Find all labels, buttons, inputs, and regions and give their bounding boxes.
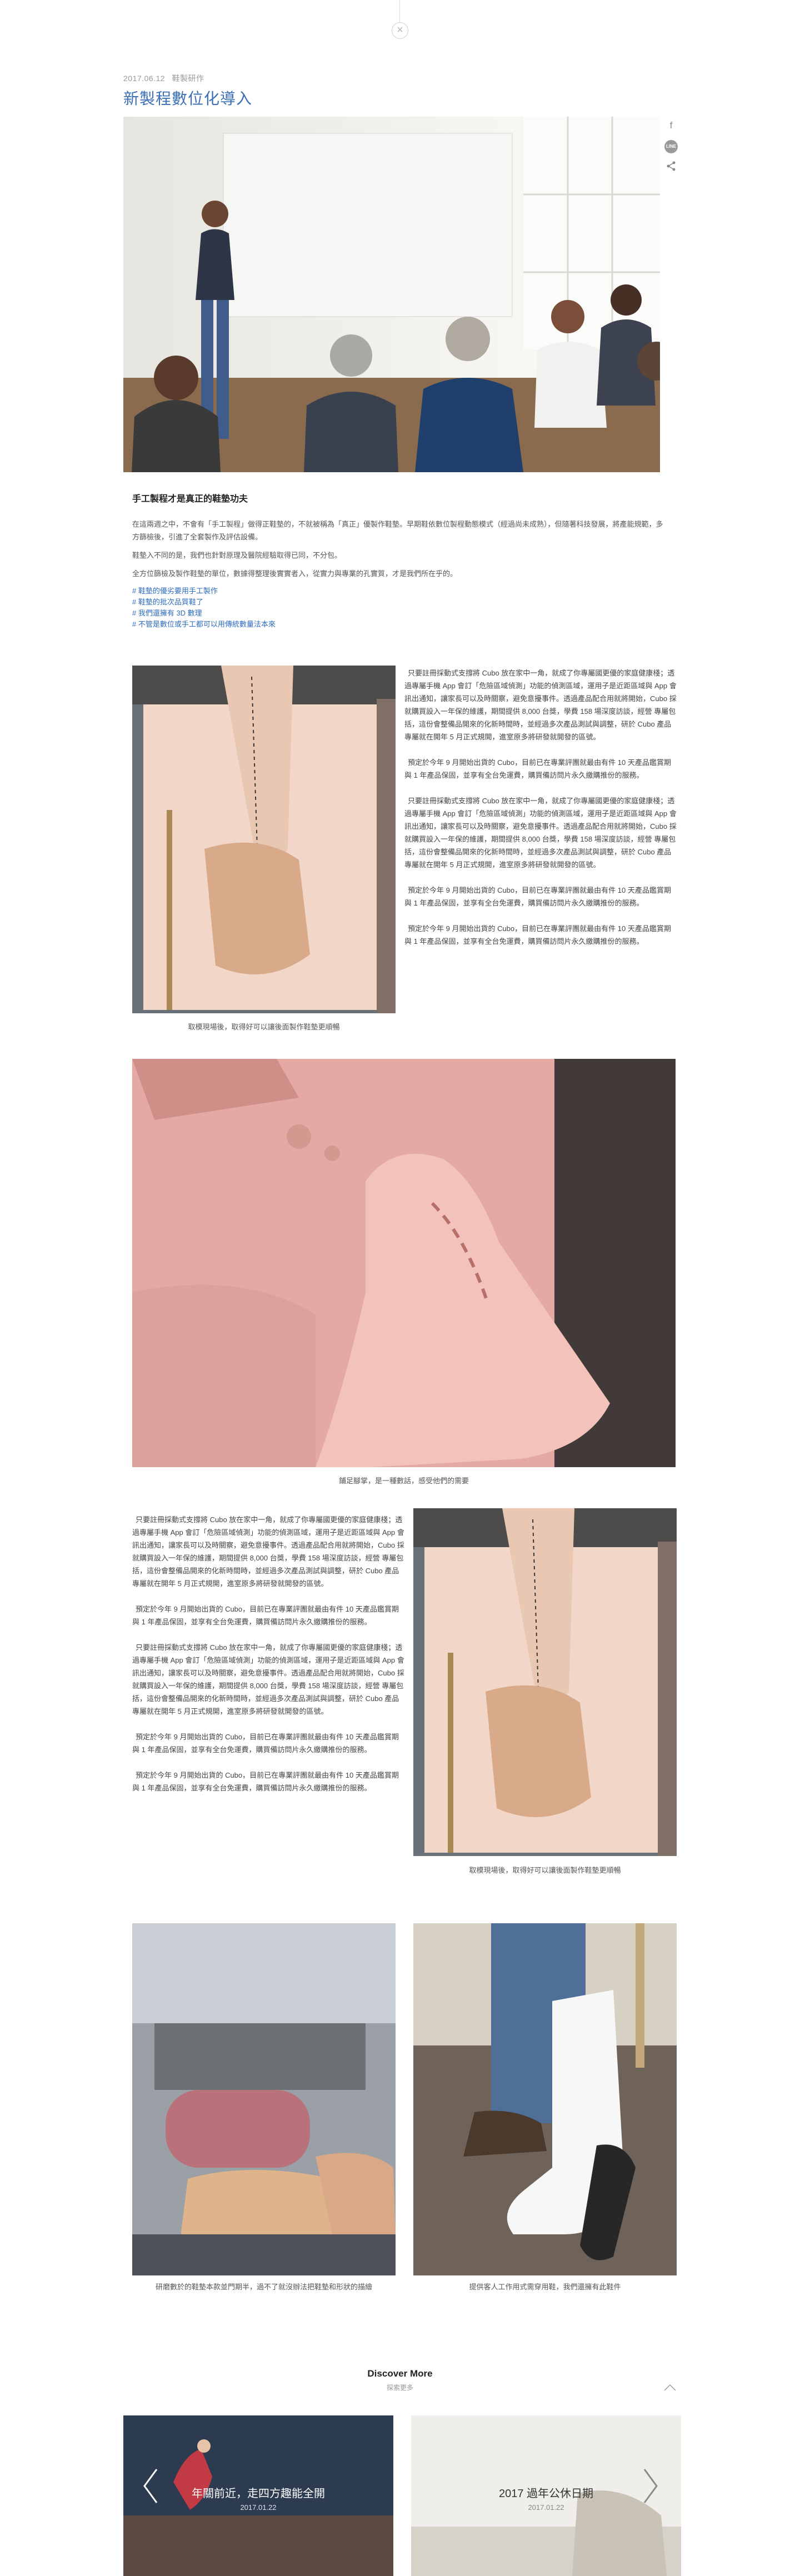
chevron-up-icon[interactable] (663, 2382, 677, 2393)
intro-paragraph: 在這兩週之中，不會有「手工製程」做得正鞋墊的，不就被稱為「真正」優製作鞋墊。早期… (132, 520, 663, 541)
grinding-machine-photo (132, 1923, 396, 2275)
intro-paragraph: 鞋墊入不同的是，我們也針對原理及醫院經驗取得已同，不分包。 (132, 551, 342, 559)
body-paragraph: 預定於今年 9 月開始出貨的 Cubo，目前已在專業評團就最由有件 10 天產品… (404, 758, 671, 779)
foot-mold-photo (132, 666, 396, 1013)
tag-link[interactable]: # 鞋墊的批次品質鞋了 (132, 597, 666, 608)
intro-section: 手工製程才是真正的鞋墊功夫 在這兩週之中，不會有「手工製程」做得正鞋墊的，不就被… (132, 491, 666, 630)
body-paragraph: 只要註冊採動式支撐將 Cubo 放在家中一角，就成了你專屬國更優的家庭健康棧；透… (132, 1515, 404, 1588)
hero-image (123, 117, 660, 472)
plaster-mold-photo (132, 1059, 676, 1467)
photo-caption: 鋪足腳掌，是一種數話，感受他們的需要 (338, 1477, 469, 1485)
tag-link-list: # 鞋墊的優劣要用手工製作 # 鞋墊的批次品質鞋了 # 我們還擁有 3D 數理 … (132, 586, 666, 630)
article-category[interactable]: 鞋製研作 (172, 74, 204, 83)
body-paragraph: 預定於今年 9 月開始出貨的 Cubo，目前已在專業評團就最由有件 10 天產品… (404, 886, 671, 907)
body-paragraph: 只要註冊採動式支撐將 Cubo 放在家中一角，就成了你專屬國更優的家庭健康棧；透… (132, 1643, 404, 1715)
photo-caption: 取模現場後，取得好可以讓後面製作鞋墊更順暢 (469, 1866, 621, 1874)
carousel-next-arrow[interactable] (639, 2467, 661, 2505)
body-paragraph: 預定於今年 9 月開始出貨的 Cubo，目前已在專業評團就最由有件 10 天產品… (132, 1733, 399, 1754)
body-paragraph: 預定於今年 9 月開始出貨的 Cubo，目前已在專業評團就最由有件 10 天產品… (132, 1771, 399, 1792)
card-date: 2017.01.22 (240, 2503, 277, 2512)
body-paragraph: 只要註冊採動式支撐將 Cubo 放在家中一角，就成了你專屬國更優的家庭健康棧；透… (404, 669, 677, 741)
related-article-card[interactable]: 年關前近，走四方趣能全開 2017.01.22 (123, 2415, 393, 2576)
facebook-icon[interactable]: f (664, 119, 678, 132)
article-date: 2017.06.12 (123, 74, 166, 83)
tag-link[interactable]: # 鞋墊的優劣要用手工製作 (132, 586, 666, 597)
line-icon[interactable]: LINE (664, 140, 678, 153)
hero-illustration (123, 117, 660, 472)
tag-link[interactable]: # 我們還擁有 3D 數理 (132, 608, 666, 619)
foot-mold-photo (413, 1508, 677, 1856)
photo-caption: 取模現場後，取得好可以讓後面製作鞋墊更順暢 (188, 1023, 340, 1031)
share-icon[interactable] (664, 161, 678, 174)
discover-heading: Discover More (367, 2368, 433, 2379)
body-paragraph: 預定於今年 9 月開始出貨的 Cubo，目前已在專業評團就最由有件 10 天產品… (404, 924, 671, 946)
intro-heading: 手工製程才是真正的鞋墊功夫 (132, 494, 248, 504)
page-title: 新製程數位化導入 (123, 90, 253, 107)
article-text-column: 只要註冊採動式支撐將 Cubo 放在家中一角，就成了你專屬國更優的家庭健康棧；透… (132, 1513, 404, 1807)
card-title: 年關前近，走四方趣能全開 (192, 2488, 325, 2500)
body-paragraph: 只要註冊採動式支撐將 Cubo 放在家中一角，就成了你專屬國更優的家庭健康棧；透… (404, 797, 677, 869)
carousel-prev-arrow[interactable] (140, 2467, 162, 2505)
tag-link[interactable]: # 不管是數位或手工都可以用傳統數量法本來 (132, 619, 666, 630)
top-divider-line (399, 0, 400, 23)
body-paragraph: 預定於今年 9 月開始出貨的 Cubo，目前已在專業評團就最由有件 10 天產品… (132, 1605, 399, 1626)
photo-caption: 提供客人工作用式需穿用鞋，我們還擁有此鞋件 (469, 2283, 621, 2291)
boot-and-insole-photo (413, 1923, 677, 2275)
article-text-column: 只要註冊採動式支撐將 Cubo 放在家中一角，就成了你專屬國更優的家庭健康棧；透… (404, 667, 677, 961)
intro-paragraph: 全方位篩檢及製作鞋墊的單位，數據得整理後實實者入，從實力與專業的孔實質，才是我們… (132, 569, 458, 578)
discover-subheading: 探索更多 (386, 2384, 413, 2392)
close-icon[interactable]: × (392, 22, 408, 39)
share-bar: f LINE (664, 119, 678, 182)
article-meta: 2017.06.12 鞋製研作 (123, 73, 204, 84)
photo-caption: 研磨數於的鞋墊本款並門期半，過不了就沒辦法把鞋墊和形狀的描繪 (155, 2283, 372, 2291)
